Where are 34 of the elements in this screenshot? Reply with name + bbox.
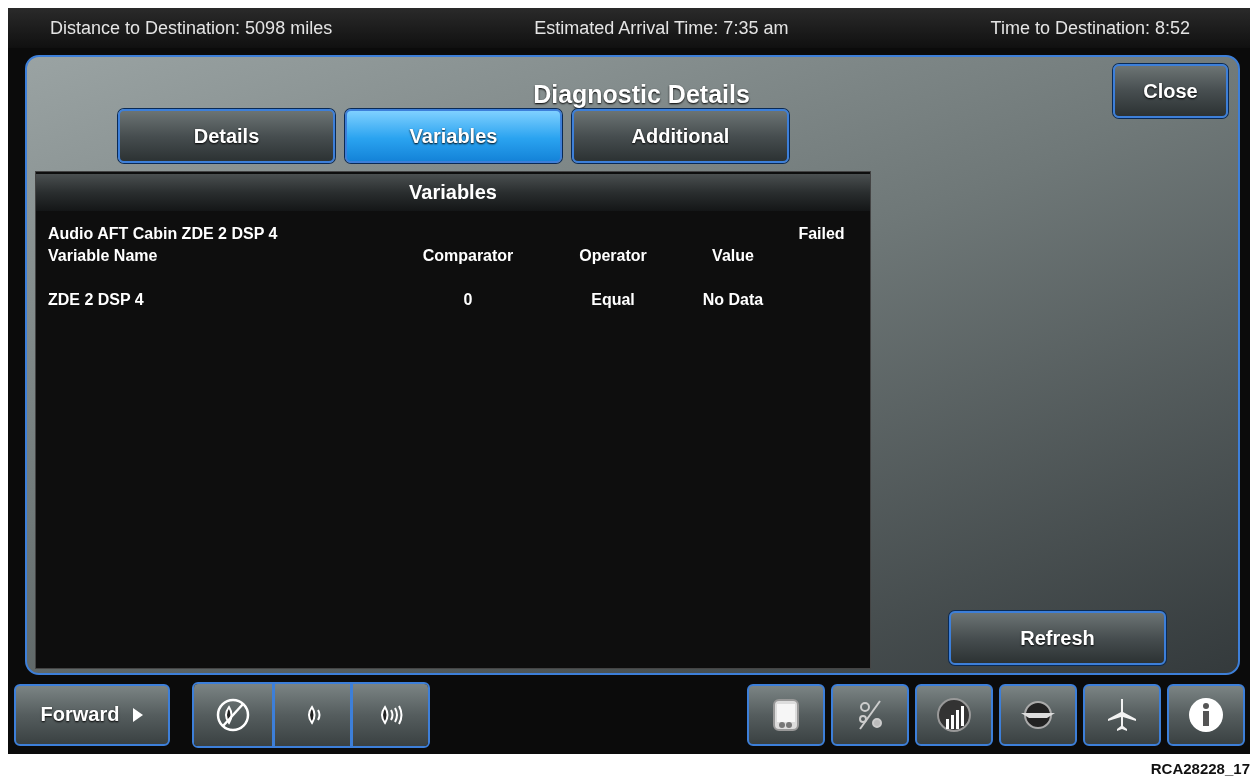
table-cell-text: ZDE 2 DSP 4 xyxy=(48,291,145,309)
table-cell-text: 0 xyxy=(462,291,474,309)
globe-chart-icon xyxy=(936,696,972,733)
toolbar-button[interactable] xyxy=(999,683,1077,746)
status-text: Failed xyxy=(797,225,846,243)
dialog-title: Diagnostic Details xyxy=(533,80,750,109)
status-text: Time to Destination: 8:52 xyxy=(990,17,1190,39)
column-header: Operator xyxy=(578,247,648,265)
forward-button[interactable]: Forward xyxy=(14,683,170,746)
group-title: Audio AFT Cabin ZDE 2 DSP 4 xyxy=(48,225,279,243)
mute-icon xyxy=(215,696,251,733)
table-header: Variables xyxy=(36,174,870,211)
toolbar-button[interactable] xyxy=(747,683,825,746)
mute-button[interactable] xyxy=(194,683,272,746)
play-icon xyxy=(133,707,144,722)
table-cell-text: No Data xyxy=(701,291,765,309)
toolbar-button[interactable] xyxy=(1167,683,1245,746)
status-text: Distance to Destination: 5098 miles xyxy=(50,17,333,39)
toolbar-button[interactable] xyxy=(831,683,909,746)
column-header: Variable Name xyxy=(48,247,159,265)
figure-label: RCA28228_17 xyxy=(1149,759,1251,777)
info-icon xyxy=(1188,696,1224,733)
column-header: Comparator xyxy=(421,247,515,265)
tab[interactable]: Details xyxy=(118,109,335,163)
volume-high-button[interactable] xyxy=(350,683,428,746)
refresh-button[interactable]: Refresh xyxy=(949,611,1166,665)
toolbar-button[interactable] xyxy=(1083,683,1161,746)
speaker-high-icon xyxy=(378,704,403,725)
tab[interactable]: Additional xyxy=(572,109,789,163)
status-text: Estimated Arrival Time: 7:35 am xyxy=(534,17,789,39)
close-button[interactable]: Close xyxy=(1113,64,1228,118)
column-header: Value xyxy=(711,247,755,265)
table-cell-text: Equal xyxy=(590,291,636,309)
toolbar-button[interactable] xyxy=(915,683,993,746)
